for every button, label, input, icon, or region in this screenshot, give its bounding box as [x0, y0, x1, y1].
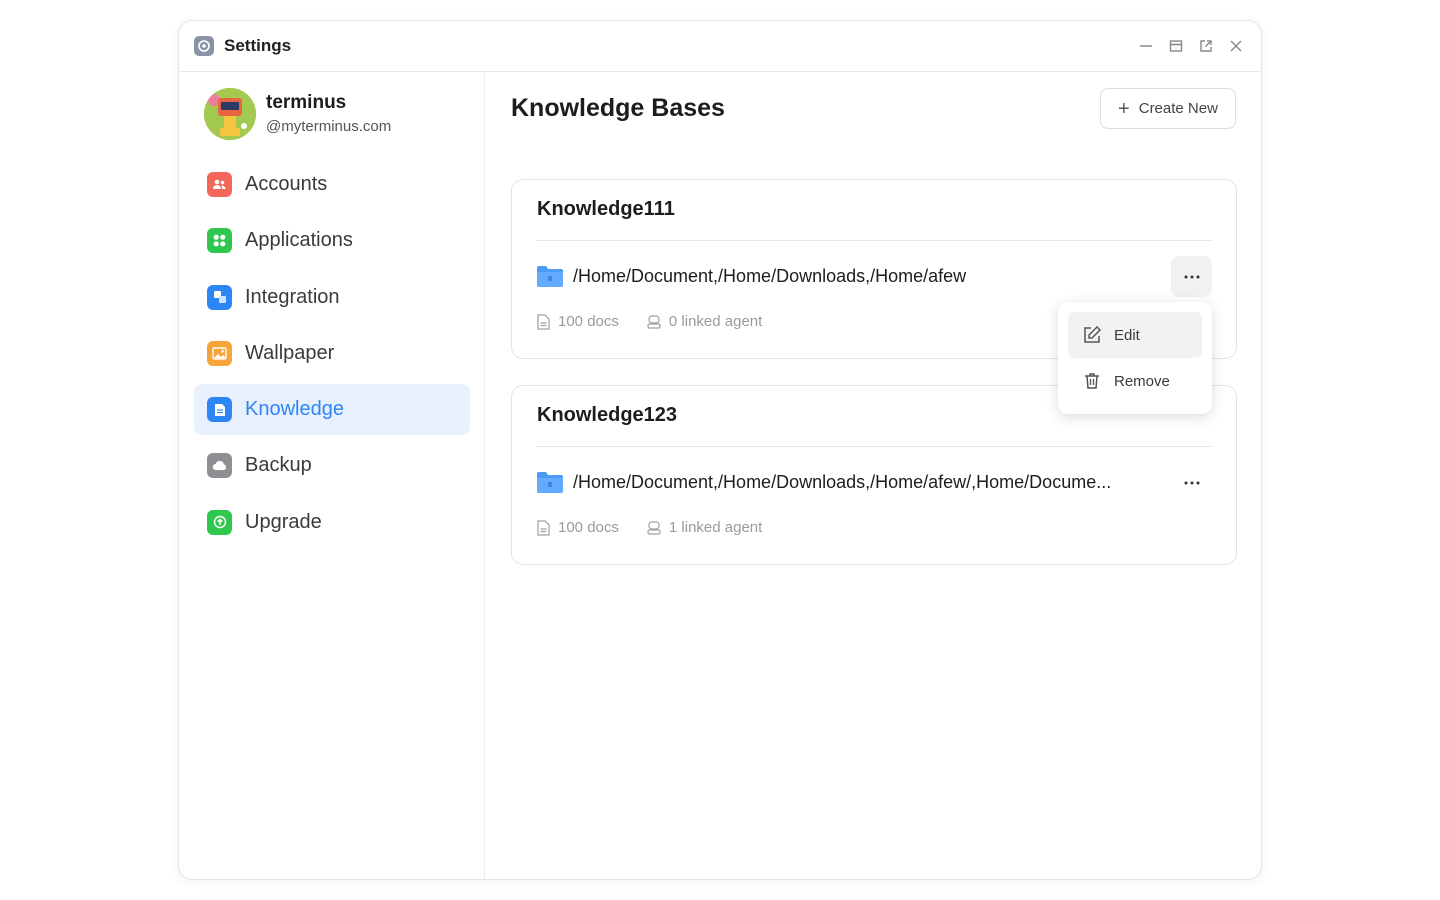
sidebar-item-label: Applications [245, 229, 353, 252]
folder-icon [537, 266, 563, 287]
docs-count: 100 docs [558, 313, 619, 330]
wallpaper-icon [207, 340, 232, 366]
popout-icon[interactable] [1197, 37, 1215, 55]
plus-icon: + [1118, 97, 1130, 120]
knowledge-icon [207, 397, 232, 423]
sidebar-item-label: Knowledge [245, 398, 344, 421]
options-menu: Edit Remove [1058, 302, 1212, 414]
sidebar-item-integration[interactable]: Integration [194, 272, 470, 323]
remove-menu-item[interactable]: Remove [1068, 358, 1202, 404]
create-new-button[interactable]: + Create New [1100, 88, 1236, 129]
more-options-button[interactable] [1171, 256, 1212, 297]
accounts-icon [207, 172, 232, 197]
sidebar-item-knowledge[interactable]: Knowledge [194, 384, 470, 436]
folder-icon [537, 472, 563, 493]
sidebar-item-wallpaper[interactable]: Wallpaper [194, 328, 470, 379]
sidebar: terminus @myterminus.com Accounts Applic… [179, 72, 485, 879]
linked-agent-count: 0 linked agent [668, 313, 763, 330]
trash-icon [1085, 373, 1099, 389]
settings-app-icon [194, 36, 214, 56]
sidebar-item-upgrade[interactable]: Upgrade [194, 497, 470, 548]
edit-icon [1084, 325, 1102, 343]
remove-label: Remove [1114, 372, 1170, 390]
knowledge-card-title: Knowledge111 [537, 198, 675, 220]
profile-name: terminus [266, 92, 347, 113]
more-options-button[interactable] [1171, 462, 1212, 503]
document-icon [537, 519, 550, 536]
window-title: Settings [224, 36, 292, 55]
profile-domain: @myterminus.com [266, 118, 392, 135]
agent-icon [647, 314, 661, 329]
document-icon [537, 313, 550, 330]
sidebar-item-label: Upgrade [245, 510, 322, 533]
maximize-icon[interactable] [1167, 37, 1185, 55]
page-title: Knowledge Bases [511, 94, 725, 122]
agent-icon [647, 520, 661, 535]
sidebar-item-label: Integration [245, 285, 340, 308]
titlebar: Settings [179, 21, 1261, 72]
sidebar-nav: Accounts Applications Integration Wallpa… [194, 159, 470, 553]
more-icon [1184, 275, 1199, 278]
upgrade-icon [207, 509, 232, 535]
knowledge-path: /Home/Document,/Home/Downloads,/Home/afe… [573, 266, 967, 286]
divider [537, 446, 1212, 447]
profile[interactable]: terminus @myterminus.com [204, 88, 391, 140]
edit-menu-item[interactable]: Edit [1068, 312, 1202, 358]
sidebar-item-applications[interactable]: Applications [194, 215, 470, 266]
sidebar-item-label: Accounts [245, 173, 328, 195]
backup-icon [207, 453, 232, 479]
integration-icon [207, 284, 232, 310]
settings-window: Settings terminus @myterminus.com Accoun… [178, 20, 1262, 880]
more-icon [1184, 481, 1199, 484]
knowledge-path: /Home/Document,/Home/Downloads,/Home/afe… [573, 472, 1112, 492]
close-icon[interactable] [1227, 37, 1245, 55]
divider [537, 240, 1212, 241]
avatar [204, 88, 256, 140]
minimize-icon[interactable] [1137, 37, 1155, 55]
sidebar-item-label: Backup [245, 454, 312, 477]
applications-icon [207, 228, 232, 254]
sidebar-item-backup[interactable]: Backup [194, 440, 470, 491]
docs-count: 100 docs [558, 519, 619, 536]
sidebar-item-label: Wallpaper [245, 341, 335, 364]
sidebar-item-accounts[interactable]: Accounts [194, 159, 470, 210]
create-new-label: Create New [1138, 100, 1218, 117]
main-content: Knowledge Bases + Create New Knowledge11… [485, 72, 1261, 879]
linked-agent-count: 1 linked agent [668, 519, 763, 536]
edit-label: Edit [1114, 326, 1140, 344]
knowledge-card-title: Knowledge123 [537, 404, 678, 426]
